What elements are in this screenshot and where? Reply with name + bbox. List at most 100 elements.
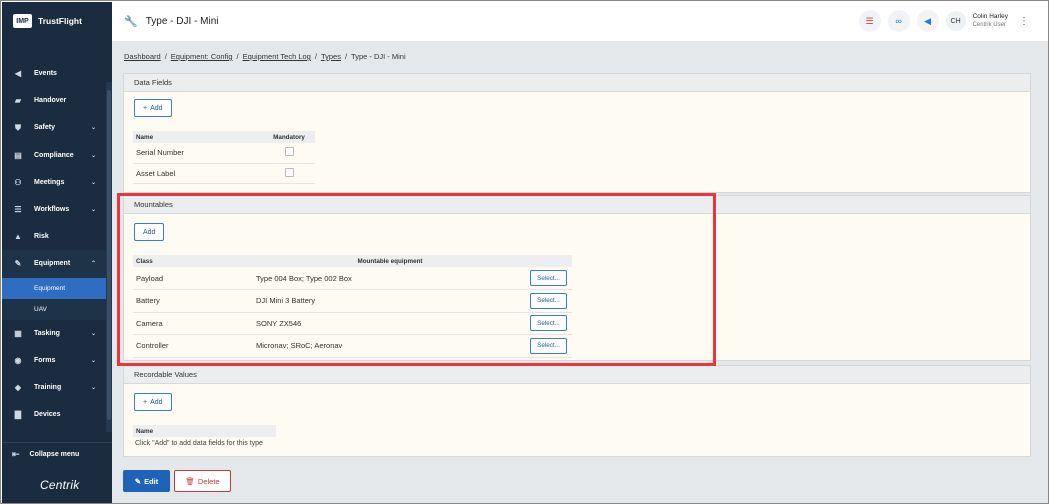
page-title: Type - DJI - Mini: [145, 16, 219, 27]
data-fields-table: Name Mandatory Serial Number Asset Label: [133, 131, 315, 184]
sidebar-item-safety[interactable]: ⛊ Safety ⌄: [2, 114, 106, 141]
recordable-values-table: Name: [133, 425, 276, 437]
highlight-box: [117, 193, 716, 366]
collapse-menu-label: Collapse menu: [29, 451, 80, 458]
sidebar-item-compliance[interactable]: ▤ Compliance ⌄: [2, 142, 106, 169]
wrench-icon: 🔧: [124, 16, 138, 28]
brand-name: TrustFlight: [38, 16, 82, 26]
user-info[interactable]: Colin Harley Centrik User: [973, 12, 1008, 30]
add-label: Add: [150, 104, 163, 112]
sidebar-item-risk[interactable]: ▲ Risk: [2, 223, 106, 250]
breadcrumb-separator: /: [236, 52, 239, 61]
breadcrumb-separator: /: [314, 52, 317, 61]
brand[interactable]: IMP TrustFlight: [2, 2, 112, 40]
sidebar-item-label: Events: [34, 70, 57, 78]
sidebar-item-meetings[interactable]: ⚇ Meetings ⌄: [2, 169, 106, 196]
link-icon[interactable]: ∞: [887, 10, 910, 32]
clipboard-icon: ▤: [14, 150, 22, 160]
breadcrumb-link[interactable]: Dashboard: [124, 52, 161, 61]
forms-icon: ◉: [14, 355, 22, 365]
sidebar-scroll-thumb[interactable]: [107, 90, 111, 420]
edit-label: Edit: [144, 476, 159, 486]
add-data-field-button[interactable]: + Add: [134, 99, 172, 117]
chevron-down-icon: ⌄: [90, 207, 96, 214]
sidebar-subitem-uav[interactable]: UAV: [2, 299, 106, 320]
database-icon[interactable]: ☰: [858, 10, 881, 32]
sidebar-item-forms[interactable]: ◉ Forms ⌄: [2, 347, 106, 374]
brand-logo: IMP: [13, 14, 32, 28]
recordable-values-card: Recordable Values + Add Name Click "Add"…: [123, 365, 1031, 457]
plus-icon: +: [143, 104, 148, 112]
sidebar: IMP TrustFlight ◀ Events ▰ Handover ⛊ Safety ⌄…: [2, 2, 112, 503]
chevron-down-icon: ⌄: [90, 357, 96, 364]
centrik-logo: Centrik: [40, 478, 80, 492]
sidebar-item-label: Meetings: [34, 178, 65, 186]
tasking-icon: ▦: [14, 328, 22, 338]
sidebar-item-label: Safety: [34, 124, 56, 132]
sidebar-item-devices[interactable]: ▇ Devices: [2, 401, 106, 428]
breadcrumb-link[interactable]: Types: [321, 52, 341, 61]
add-label: Add: [150, 398, 163, 406]
delete-button[interactable]: 🗑 Delete: [174, 470, 231, 492]
col-mandatory: Mandatory: [263, 131, 315, 143]
user-name: Colin Harley: [972, 13, 1008, 20]
table-row: Asset Label: [133, 163, 315, 184]
edit-button[interactable]: ✎ Edit: [123, 470, 170, 492]
sidebar-item-label: Risk: [34, 233, 49, 241]
field-name: Serial Number: [133, 143, 263, 164]
sidebar-item-label: Forms: [34, 356, 56, 364]
handover-icon: ▰: [14, 96, 22, 106]
field-name: Asset Label: [133, 163, 263, 184]
top-header: 🔧 Type - DJI - Mini ☰ ∞ ◀ CH Colin Harle…: [112, 2, 1048, 42]
user-role: Centrik User: [972, 22, 1006, 28]
col-name: Name: [133, 131, 263, 143]
meetings-icon: ⚇: [14, 177, 22, 187]
sidebar-item-tasking[interactable]: ▦ Tasking ⌄: [2, 320, 106, 347]
chevron-down-icon: ⌄: [90, 125, 96, 132]
sidebar-item-training[interactable]: ◆ Training ⌄: [2, 374, 106, 401]
breadcrumb-separator: /: [164, 52, 167, 61]
sidebar-item-events[interactable]: ◀ Events: [2, 60, 106, 87]
sidebar-item-label: Compliance: [34, 151, 74, 159]
sidebar-item-label: Equipment: [34, 260, 71, 268]
megaphone-icon: ◀: [14, 69, 22, 79]
breadcrumb-separator: /: [344, 52, 348, 61]
breadcrumb-current: Type - DJI - Mini: [351, 52, 406, 61]
mandatory-checkbox[interactable]: [284, 147, 294, 157]
chevron-down-icon: ⌄: [90, 179, 96, 186]
sidebar-nav: ◀ Events ▰ Handover ⛊ Safety ⌄ ▤ Compliance ⌄ ⚇ Mee…: [2, 60, 106, 428]
data-fields-card: Data Fields + Add Name Mandatory Serial …: [123, 73, 1031, 193]
edit-icon: ✎: [134, 476, 142, 486]
sidebar-item-label: Handover: [34, 97, 67, 105]
sidebar-item-label: Workflows: [34, 206, 70, 214]
delete-label: Delete: [197, 476, 220, 486]
trash-icon: 🗑: [185, 476, 195, 486]
breadcrumb-link[interactable]: Equipment Tech Log: [243, 52, 311, 61]
graduation-cap-icon: ◆: [14, 382, 22, 392]
sidebar-item-label: Training: [34, 383, 62, 391]
megaphone-icon[interactable]: ◀: [916, 10, 939, 32]
add-recordable-value-button[interactable]: + Add: [134, 393, 172, 411]
sidebar-item-workflows[interactable]: ☰ Workflows ⌄: [2, 196, 106, 223]
mandatory-checkbox[interactable]: [284, 167, 294, 177]
breadcrumb: Dashboard / Equipment: Config / Equipment Te…: [124, 52, 406, 61]
devices-icon: ▇: [14, 410, 22, 420]
sidebar-subitem-equipment[interactable]: Equipment: [2, 277, 106, 299]
sidebar-item-handover[interactable]: ▰ Handover: [2, 87, 106, 114]
breadcrumb-link[interactable]: Equipment: Config: [171, 52, 233, 61]
col-name: Name: [133, 425, 276, 437]
sidebar-item-equipment[interactable]: ✎ Equipment ⌃: [2, 250, 106, 278]
recordable-values-title: Recordable Values: [124, 366, 1030, 384]
chevron-down-icon: ⌄: [90, 384, 96, 391]
chevron-up-icon: ⌃: [90, 261, 96, 268]
data-fields-title: Data Fields: [124, 74, 1030, 92]
avatar[interactable]: CH: [945, 11, 966, 31]
chevron-down-icon: ⌄: [90, 152, 96, 159]
sidebar-item-label: Devices: [34, 411, 61, 419]
shield-icon: ⛊: [15, 122, 21, 132]
warning-icon: ▲: [14, 232, 22, 242]
collapse-menu-button[interactable]: ⇤ Collapse menu: [2, 442, 112, 466]
sidebar-item-label: Tasking: [34, 329, 60, 337]
more-vertical-icon[interactable]: ⋮: [1015, 16, 1029, 27]
plus-icon: +: [143, 398, 148, 406]
